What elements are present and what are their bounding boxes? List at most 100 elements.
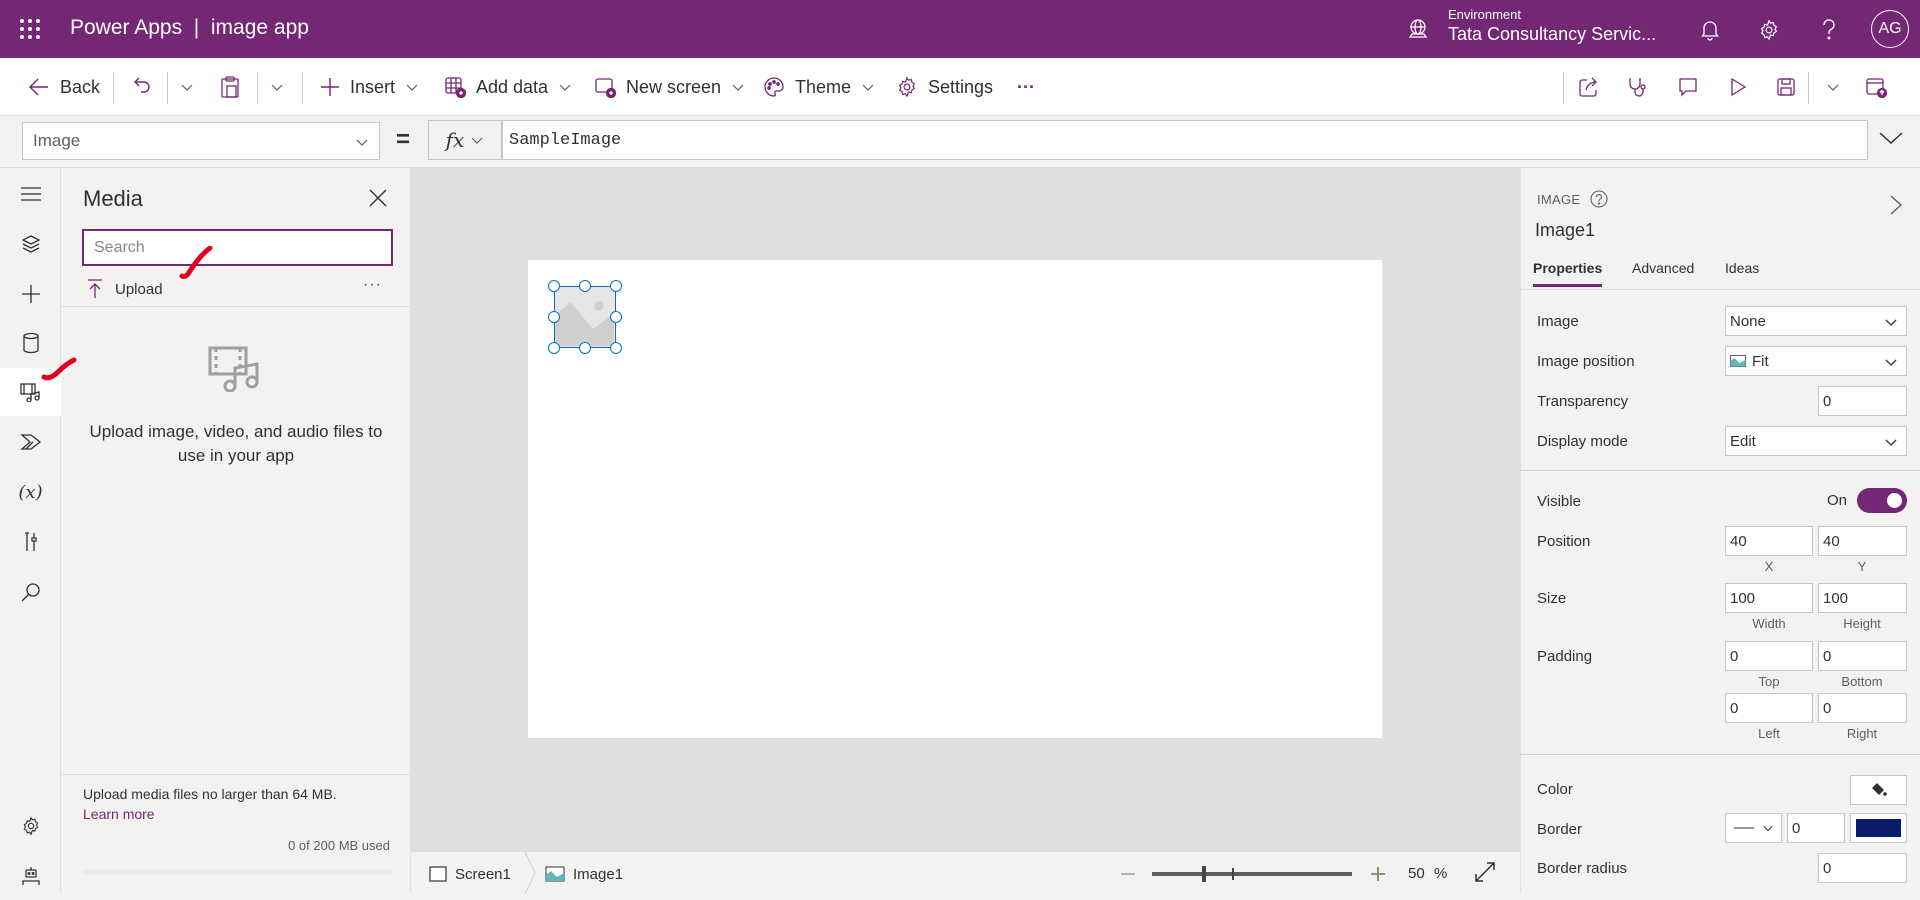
image-control[interactable] [548,280,622,354]
image-position-dropdown[interactable]: Fit [1725,346,1907,376]
add-data-button[interactable]: Add data [444,70,572,104]
expand-formula-button[interactable] [1878,128,1910,154]
play-icon [1731,77,1747,97]
collapse-properties-button[interactable] [1889,194,1907,216]
save-options-button[interactable] [1826,70,1840,104]
zoom-slider[interactable] [1152,866,1352,882]
rail-settings-button[interactable] [0,802,61,850]
border-style-dropdown[interactable] [1725,813,1782,843]
zoom-in-button[interactable] [1366,862,1390,886]
width-input[interactable] [1725,583,1813,613]
preview-button[interactable] [1728,70,1748,104]
divider [302,72,303,104]
image-dropdown[interactable]: None [1725,306,1907,336]
new-screen-button[interactable]: New screen [594,70,745,104]
gear-icon [1760,19,1778,41]
rail-data-button[interactable] [0,319,61,367]
rail-insert-button[interactable] [0,270,61,318]
padding-bottom-input[interactable] [1818,641,1907,671]
height-input[interactable] [1818,583,1907,613]
property-dropdown[interactable]: Image [22,122,380,160]
formula-input[interactable]: SampleImage [502,120,1868,160]
chevron-down-icon [356,139,368,146]
comments-button[interactable] [1677,70,1699,104]
publish-button[interactable] [1865,70,1887,104]
undo-button[interactable] [132,70,152,104]
learn-more-link[interactable]: Learn more [83,806,155,822]
resize-handle[interactable] [548,342,560,354]
user-avatar[interactable]: AG [1871,10,1909,48]
function-button[interactable]: fx [428,120,502,160]
chevron-down-icon [1885,319,1897,326]
resize-handle[interactable] [610,280,622,292]
resize-handle[interactable] [579,280,591,292]
rail-variables-button[interactable]: (x) [0,468,61,516]
image-value: None [1730,312,1766,330]
padding-top-input[interactable] [1725,641,1813,671]
rail-tree-view-button[interactable] [0,220,61,268]
media-search-input[interactable] [82,229,393,266]
padding-left-input[interactable] [1725,693,1813,723]
border-radius-input[interactable] [1818,853,1907,883]
zoom-out-button[interactable] [1116,862,1140,886]
chevron-down-icon [732,84,744,91]
back-button[interactable]: Back [28,70,100,104]
border-color-button[interactable] [1850,813,1907,843]
paste-options-button[interactable] [270,70,284,104]
rail-menu-button[interactable] [0,170,61,218]
theme-button[interactable]: Theme [763,70,875,104]
close-media-panel-button[interactable] [368,188,390,210]
help-circle-icon[interactable] [1590,190,1608,208]
tab-ideas[interactable]: Ideas [1725,260,1759,284]
breadcrumb-screen1[interactable]: Screen1 [429,862,511,886]
settings-button[interactable]: Settings [896,70,993,104]
color-picker-button[interactable] [1850,775,1907,805]
transparency-input[interactable] [1818,386,1907,416]
resize-handle[interactable] [548,280,560,292]
tab-properties[interactable]: Properties [1533,260,1603,287]
border-width-input[interactable] [1787,813,1845,843]
chevron-down-icon [271,84,283,91]
undo-options-button[interactable] [180,70,194,104]
visible-toggle[interactable] [1857,488,1907,513]
resize-handle[interactable] [579,342,591,354]
rail-search-button[interactable] [0,568,61,616]
divider [1563,72,1564,104]
properties-panel: IMAGE Image1 Properties Advanced Ideas I… [1520,168,1920,893]
notifications-button[interactable] [1694,14,1726,46]
rail-power-automate-button[interactable] [0,418,61,466]
paste-button[interactable] [220,70,240,104]
more-commands-button[interactable]: ··· [1017,70,1035,104]
resize-handle[interactable] [548,311,560,323]
upload-button[interactable]: Upload [87,276,163,302]
environment-icon[interactable] [1406,17,1430,41]
media-more-button[interactable]: ··· [363,276,382,294]
rail-media-button[interactable] [0,368,61,416]
settings-button[interactable] [1753,14,1785,46]
app-checker-button[interactable] [1627,70,1649,104]
palette-icon [764,77,784,97]
zoom-slider-thumb[interactable] [1202,866,1206,882]
rail-advanced-tools-button[interactable] [0,518,61,566]
control-name[interactable]: Image1 [1535,220,1595,241]
display-mode-dropdown[interactable]: Edit [1725,426,1907,456]
waffle-icon[interactable] [18,17,42,41]
breadcrumb-image1[interactable]: Image1 [545,862,623,886]
control-type: IMAGE [1537,190,1608,208]
resize-handle[interactable] [610,311,622,323]
insert-button[interactable]: Insert [320,70,419,104]
plus-icon [21,285,40,303]
resize-handle[interactable] [610,342,622,354]
padding-right-input[interactable] [1818,693,1907,723]
environment-name[interactable]: Tata Consultancy Servic... [1448,24,1656,45]
help-button[interactable] [1813,14,1845,46]
screen-canvas[interactable] [528,260,1382,738]
save-button[interactable] [1776,70,1796,104]
media-usage-text: 0 of 200 MB used [288,838,390,853]
share-button[interactable] [1578,70,1600,104]
position-x-input[interactable] [1725,526,1813,556]
zoom-slider-tick [1232,868,1234,880]
tab-advanced[interactable]: Advanced [1632,260,1694,284]
position-y-input[interactable] [1818,526,1907,556]
fit-to-window-button[interactable] [1473,860,1499,886]
